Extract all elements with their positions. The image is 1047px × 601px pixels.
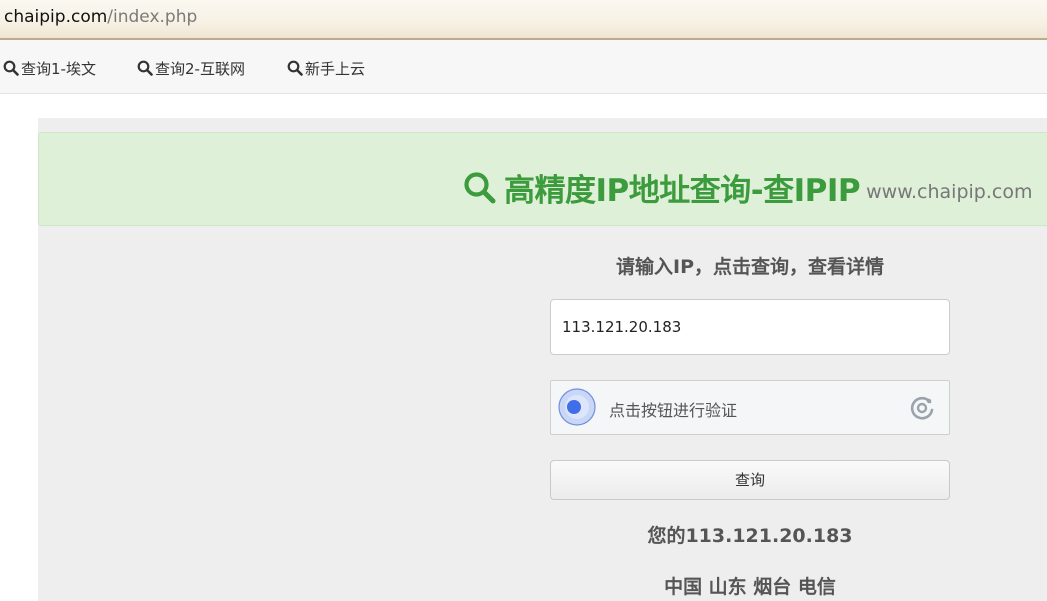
nav-item-query2[interactable]: 查询2-互联网 <box>137 58 245 78</box>
url-host: chaipip.com <box>4 7 108 27</box>
form-prompt: 请输入IP，点击查询，查看详情 <box>616 256 884 278</box>
nav-item-label: 查询2-互联网 <box>155 59 245 78</box>
url-text[interactable]: chaipip.com/index.php <box>4 7 197 27</box>
nav-item-cloud[interactable]: 新手上云 <box>287 58 365 78</box>
nav-item-label: 新手上云 <box>305 59 366 78</box>
nav-item-label: 查询1-埃文 <box>21 59 96 78</box>
main-panel: 高精度IP地址查询-查IPIP www.chaipip.com 请输入IP，点击… <box>38 118 1047 601</box>
captcha-shield-icon <box>558 388 596 426</box>
captcha-label: 点击按钮进行验证 <box>609 401 738 420</box>
result-ip: 您的113.121.20.183 <box>647 525 853 547</box>
search-icon <box>137 60 153 76</box>
query-button[interactable]: 查询 <box>550 460 950 500</box>
captcha-verify-button[interactable]: 点击按钮进行验证 <box>550 380 950 435</box>
search-icon <box>3 60 19 76</box>
ip-input[interactable] <box>550 299 950 355</box>
result-location: 中国 山东 烟台 电信 <box>664 576 836 598</box>
browser-address-bar[interactable]: chaipip.com/index.php <box>0 0 1047 40</box>
search-icon <box>287 60 303 76</box>
top-navbar: 查询1-埃文 查询2-互联网 新手上云 <box>0 40 1047 94</box>
search-icon <box>464 172 496 204</box>
nav-item-query1[interactable]: 查询1-埃文 <box>3 58 96 78</box>
site-domain: www.chaipip.com <box>866 180 1033 203</box>
title-banner: 高精度IP地址查询-查IPIP www.chaipip.com <box>38 132 1047 226</box>
page-title: 高精度IP地址查询-查IPIP <box>504 173 861 209</box>
url-path: /index.php <box>107 7 198 27</box>
banner-heading: 高精度IP地址查询-查IPIP www.chaipip.com <box>463 165 1032 210</box>
captcha-logo-icon <box>910 396 934 420</box>
